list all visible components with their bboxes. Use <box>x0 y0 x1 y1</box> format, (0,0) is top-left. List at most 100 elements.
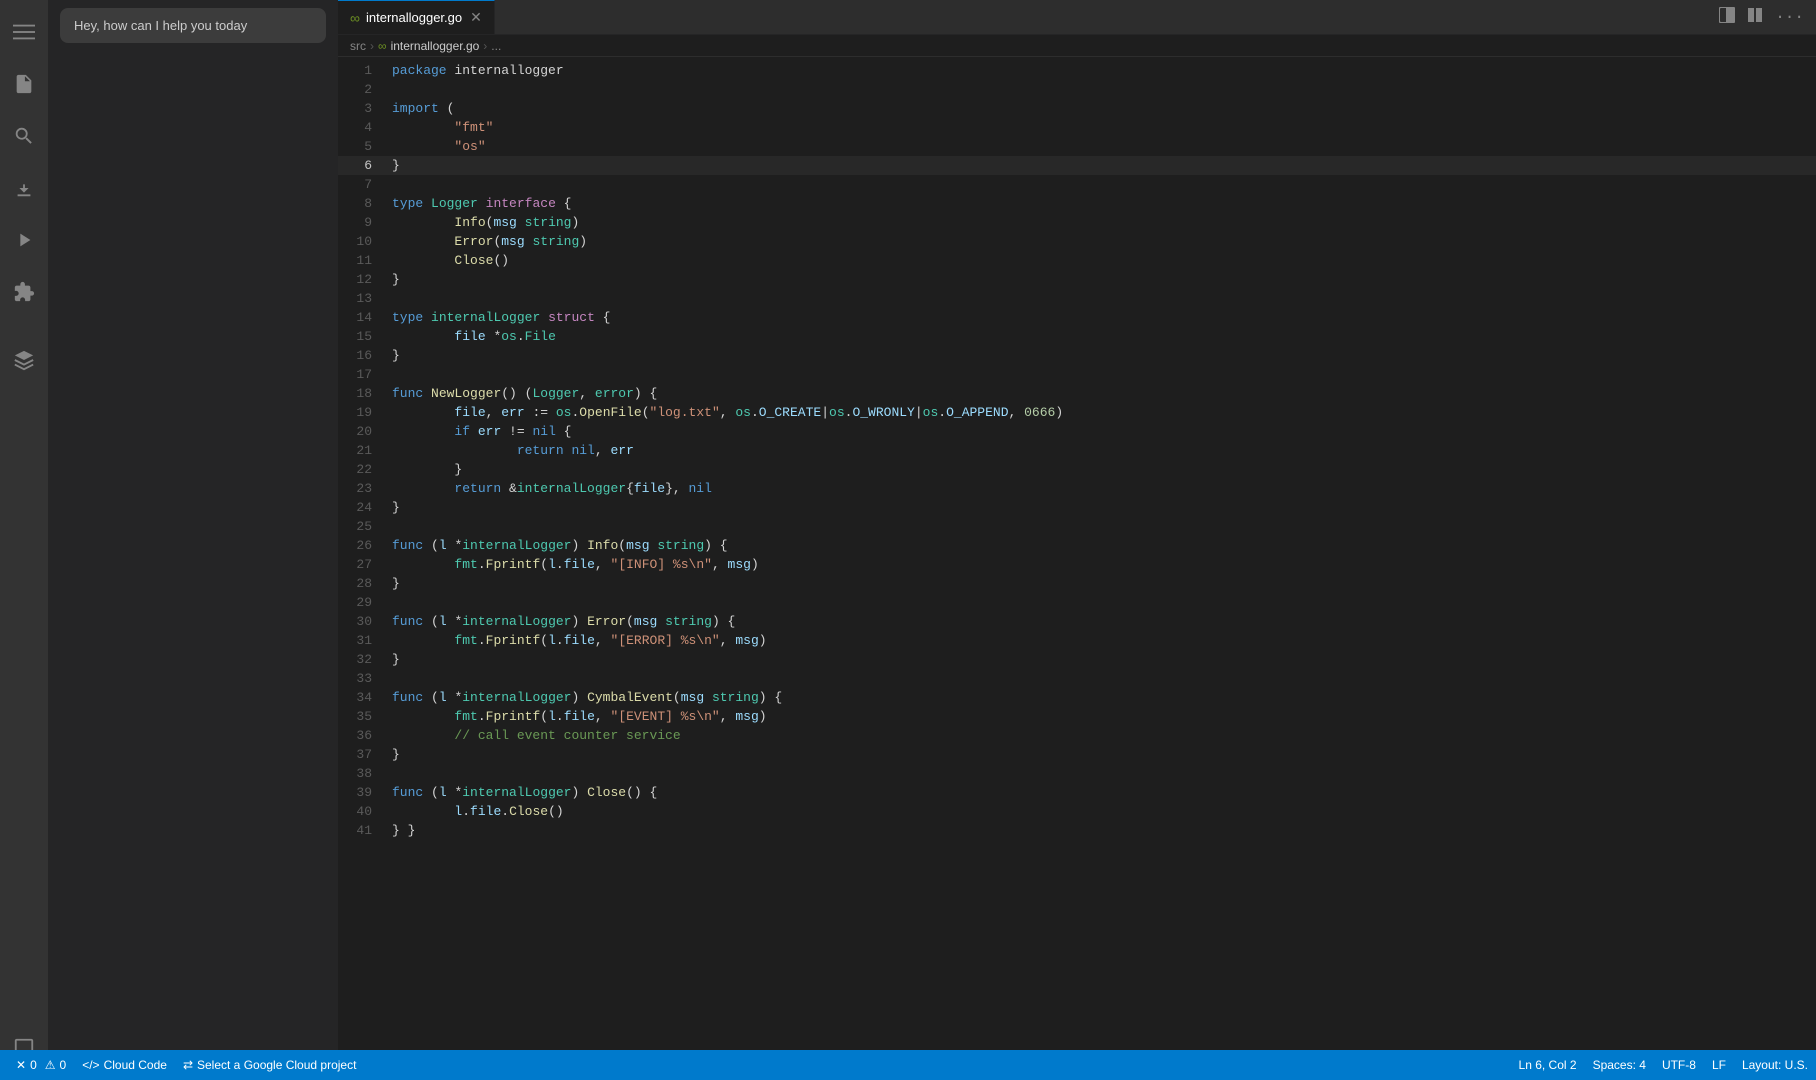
code-line[interactable]: 24} <box>338 498 1816 517</box>
code-line[interactable]: 15 file *os.File <box>338 327 1816 346</box>
status-eol[interactable]: LF <box>1704 1050 1734 1080</box>
code-line[interactable]: 39func (l *internalLogger) Close() { <box>338 783 1816 802</box>
code-line[interactable]: 35 fmt.Fprintf(l.file, "[EVENT] %s\n", m… <box>338 707 1816 726</box>
activity-bar-cloud-code[interactable] <box>0 336 48 384</box>
code-line[interactable]: 32} <box>338 650 1816 669</box>
line-content: l.file.Close() <box>388 802 1816 821</box>
code-line[interactable]: 30func (l *internalLogger) Error(msg str… <box>338 612 1816 631</box>
error-icon: ✕ <box>16 1058 26 1072</box>
status-project[interactable]: ⇄ Select a Google Cloud project <box>175 1050 365 1080</box>
line-content: type Logger interface { <box>388 194 1816 213</box>
code-line[interactable]: 20 if err != nil { <box>338 422 1816 441</box>
code-line[interactable]: 38 <box>338 764 1816 783</box>
breadcrumb-sep2: › <box>483 39 487 53</box>
line-number: 18 <box>338 384 388 403</box>
cursor-position: Ln 6, Col 2 <box>1519 1058 1577 1072</box>
activity-bar-source-control[interactable] <box>0 164 48 212</box>
line-content: package internallogger <box>388 61 1816 80</box>
code-line[interactable]: 28} <box>338 574 1816 593</box>
line-number: 5 <box>338 137 388 156</box>
code-line[interactable]: 40 l.file.Close() <box>338 802 1816 821</box>
line-number: 26 <box>338 536 388 555</box>
tab-close-button[interactable]: ✕ <box>470 9 482 26</box>
line-number: 41 <box>338 821 388 840</box>
tab-internallogger[interactable]: ∞ internallogger.go ✕ <box>338 0 495 34</box>
code-line[interactable]: 3import ( <box>338 99 1816 118</box>
code-line[interactable]: 19 file, err := os.OpenFile("log.txt", o… <box>338 403 1816 422</box>
cloud-code-label: Cloud Code <box>104 1058 167 1072</box>
code-line[interactable]: 14type internalLogger struct { <box>338 308 1816 327</box>
status-spaces[interactable]: Spaces: 4 <box>1585 1050 1654 1080</box>
code-line[interactable]: 11 Close() <box>338 251 1816 270</box>
code-line[interactable]: 4 "fmt" <box>338 118 1816 137</box>
code-line[interactable]: 29 <box>338 593 1816 612</box>
code-line[interactable]: 23 return &internalLogger{file}, nil <box>338 479 1816 498</box>
split-editor-button[interactable] <box>1715 3 1739 32</box>
code-line[interactable]: 10 Error(msg string) <box>338 232 1816 251</box>
chat-bubble-area: Hey, how can I help you today <box>48 0 338 51</box>
line-number: 8 <box>338 194 388 213</box>
encoding-label: UTF-8 <box>1662 1058 1696 1072</box>
code-line[interactable]: 33 <box>338 669 1816 688</box>
line-content: import ( <box>388 99 1816 118</box>
line-content: return nil, err <box>388 441 1816 460</box>
code-line[interactable]: 9 Info(msg string) <box>338 213 1816 232</box>
line-number: 36 <box>338 726 388 745</box>
line-number: 33 <box>338 669 388 688</box>
eol-label: LF <box>1712 1058 1726 1072</box>
code-line[interactable]: 36 // call event counter service <box>338 726 1816 745</box>
code-line[interactable]: 31 fmt.Fprintf(l.file, "[ERROR] %s\n", m… <box>338 631 1816 650</box>
line-number: 4 <box>338 118 388 137</box>
editor-layout-button[interactable] <box>1743 3 1767 32</box>
activity-bar-extensions[interactable] <box>0 268 48 316</box>
line-number: 29 <box>338 593 388 612</box>
code-line[interactable]: 1package internallogger <box>338 61 1816 80</box>
code-line[interactable]: 26func (l *internalLogger) Info(msg stri… <box>338 536 1816 555</box>
breadcrumb-more[interactable]: ... <box>491 39 501 53</box>
line-number: 9 <box>338 213 388 232</box>
code-line[interactable]: 37} <box>338 745 1816 764</box>
line-content: } <box>388 498 1816 517</box>
code-line[interactable]: 34func (l *internalLogger) CymbalEvent(m… <box>338 688 1816 707</box>
chat-bubble: Hey, how can I help you today <box>60 8 326 43</box>
activity-bar-menu[interactable] <box>0 8 48 56</box>
more-actions-button[interactable]: ··· <box>1771 4 1808 30</box>
code-line[interactable]: 25 <box>338 517 1816 536</box>
code-line[interactable]: 5 "os" <box>338 137 1816 156</box>
code-line[interactable]: 2 <box>338 80 1816 99</box>
status-cloud-code[interactable]: </> Cloud Code <box>74 1050 175 1080</box>
line-number: 30 <box>338 612 388 631</box>
code-line[interactable]: 21 return nil, err <box>338 441 1816 460</box>
code-line[interactable]: 7 <box>338 175 1816 194</box>
line-content: Error(msg string) <box>388 232 1816 251</box>
code-editor[interactable]: 1package internallogger23import (4 "fmt"… <box>338 57 1816 1050</box>
code-line[interactable]: 27 fmt.Fprintf(l.file, "[INFO] %s\n", ms… <box>338 555 1816 574</box>
breadcrumb-src[interactable]: src <box>350 39 366 53</box>
line-number: 6 <box>338 156 388 175</box>
code-line[interactable]: 13 <box>338 289 1816 308</box>
tab-go-icon: ∞ <box>350 10 360 26</box>
code-line[interactable]: 22 } <box>338 460 1816 479</box>
code-line[interactable]: 6} <box>338 156 1816 175</box>
line-number: 7 <box>338 175 388 194</box>
activity-bar-explorer[interactable] <box>0 60 48 108</box>
breadcrumb-filename[interactable]: internallogger.go <box>391 39 480 53</box>
line-content: "os" <box>388 137 1816 156</box>
code-line[interactable]: 8type Logger interface { <box>338 194 1816 213</box>
code-line[interactable]: 12} <box>338 270 1816 289</box>
code-line[interactable]: 17 <box>338 365 1816 384</box>
status-position[interactable]: Ln 6, Col 2 <box>1511 1050 1585 1080</box>
code-line[interactable]: 16} <box>338 346 1816 365</box>
line-number: 27 <box>338 555 388 574</box>
code-line[interactable]: 18func NewLogger() (Logger, error) { <box>338 384 1816 403</box>
code-line[interactable]: 41} } <box>338 821 1816 840</box>
activity-bar-search[interactable] <box>0 112 48 160</box>
status-language[interactable]: Layout: U.S. <box>1734 1050 1816 1080</box>
activity-bar-run[interactable] <box>0 216 48 264</box>
status-error-warning[interactable]: ✕ 0 ⚠ 0 <box>8 1050 74 1080</box>
line-number: 12 <box>338 270 388 289</box>
line-content: return &internalLogger{file}, nil <box>388 479 1816 498</box>
project-label: Select a Google Cloud project <box>197 1058 356 1072</box>
status-encoding[interactable]: UTF-8 <box>1654 1050 1704 1080</box>
activity-bar <box>0 0 48 1080</box>
